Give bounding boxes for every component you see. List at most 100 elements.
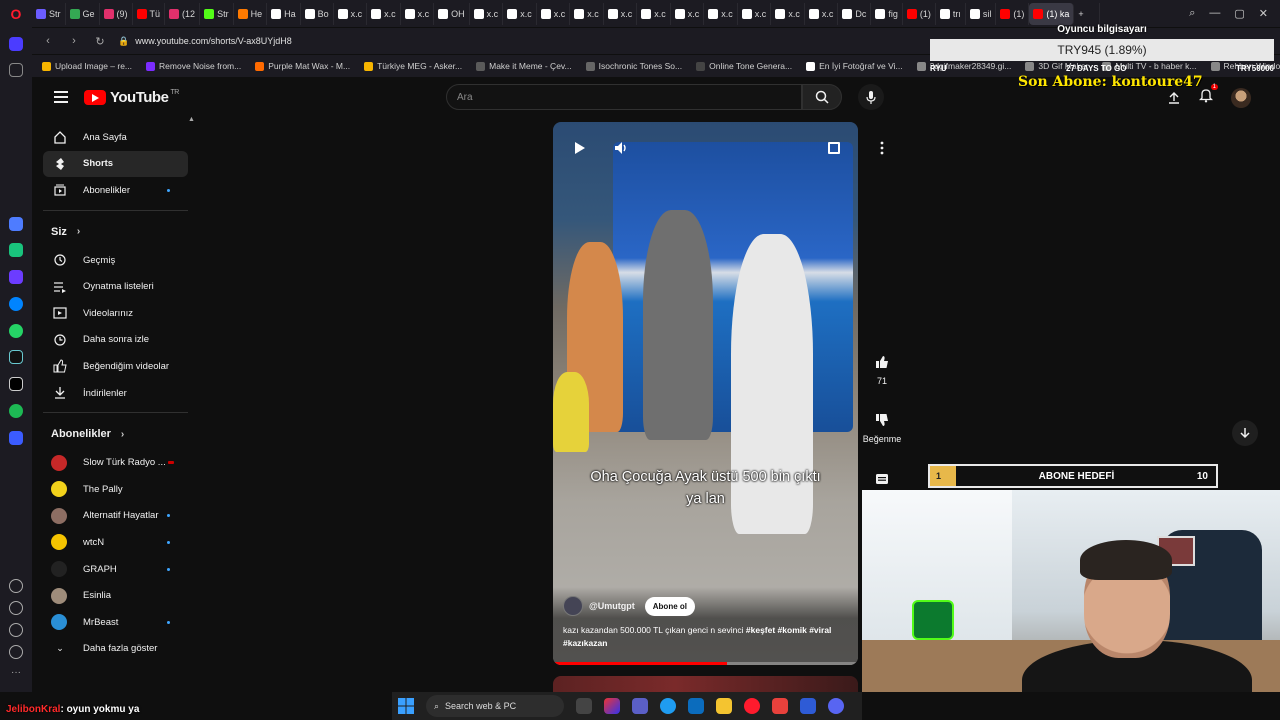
browser-tab[interactable]: fig <box>871 2 903 25</box>
discord-icon[interactable] <box>828 698 844 714</box>
sidebar-section-subscriptions[interactable]: Abonelikler › <box>43 419 188 449</box>
bookmark-item[interactable]: Upload Image – re... <box>42 61 132 71</box>
browser-tab[interactable]: sil <box>966 2 997 25</box>
home-icon[interactable] <box>9 37 23 51</box>
close-icon[interactable]: ✕ <box>1259 7 1268 20</box>
browser-tab[interactable]: x.c <box>671 2 705 25</box>
aria-icon[interactable] <box>9 217 23 231</box>
sidebar-item-videolar-n-z[interactable]: Videolarınız <box>43 300 188 327</box>
forward-icon[interactable]: › <box>66 35 82 47</box>
browser-tab[interactable]: x.c <box>604 2 638 25</box>
youtube-logo[interactable]: YouTube TR <box>84 89 179 106</box>
browser-tab[interactable]: Str <box>32 2 66 25</box>
browser-tab[interactable]: x.c <box>334 2 368 25</box>
sidebar-item-abonelikler[interactable]: Abonelikler <box>43 177 188 204</box>
sidebar-item-ge-mi[interactable]: Geçmiş <box>43 247 188 274</box>
sidebar-item-slow-t-rk-radyo[interactable]: Slow Türk Radyo ... <box>43 449 188 476</box>
bookmark-item[interactable]: Türkiye MEG - Asker... <box>364 61 462 71</box>
next-short-preview[interactable] <box>553 676 858 692</box>
messenger-icon[interactable] <box>9 297 23 311</box>
sidebar-section-you[interactable]: Siz › <box>43 217 188 247</box>
dislike-button[interactable]: Beğenme <box>860 410 904 444</box>
browser-tab[interactable]: (1) ka <box>1029 2 1075 25</box>
video-description[interactable]: kazı kazandan 500.000 TL çıkan genci n s… <box>563 624 855 650</box>
browser-tab[interactable]: x.c <box>401 2 435 25</box>
opera-icon[interactable] <box>744 698 760 714</box>
browser-tab[interactable]: (1) <box>996 2 1030 25</box>
subscribe-button[interactable]: Abone ol <box>644 596 695 616</box>
maximize-icon[interactable]: ▢ <box>1234 7 1244 20</box>
app-l-icon[interactable] <box>800 698 816 714</box>
browser-tab[interactable]: x.c <box>738 2 772 25</box>
copilot-icon[interactable] <box>604 698 620 714</box>
taskbar-search[interactable]: ⌕ Search web & PC <box>426 695 564 717</box>
tips-icon[interactable] <box>9 645 23 659</box>
opera-logo-icon[interactable]: O <box>0 0 32 27</box>
history-rail-icon[interactable] <box>9 601 23 615</box>
sidebar-item-ana-sayfa[interactable]: Ana Sayfa <box>43 124 188 151</box>
sidebar-item-daha-sonra-izle[interactable]: Daha sonra izle <box>43 327 188 354</box>
teams-icon[interactable] <box>632 698 648 714</box>
tiktok-icon[interactable] <box>9 350 23 364</box>
back-icon[interactable]: ‹ <box>40 35 56 47</box>
bookmark-item[interactable]: Isochronic Tones So... <box>585 61 682 71</box>
browser-tab[interactable]: Ge <box>66 2 100 25</box>
browser-tab[interactable]: Str <box>200 2 234 25</box>
browser-tab[interactable]: He <box>234 2 268 25</box>
browser-tab[interactable]: x.c <box>771 2 805 25</box>
more-options-icon[interactable] <box>874 140 890 156</box>
voice-search-button[interactable] <box>858 84 884 110</box>
browser-tab[interactable]: x.c <box>537 2 571 25</box>
search-tabs-icon[interactable]: ⌕ <box>1189 7 1195 20</box>
channel-name[interactable]: @Umutgpt <box>589 601 635 611</box>
new-tab-icon[interactable]: + <box>1074 2 1101 25</box>
sidebar-show-more[interactable]: ⌄ Daha fazla göster <box>43 636 188 663</box>
next-video-button[interactable] <box>1232 420 1258 446</box>
browser-tab[interactable]: Tü <box>133 2 166 25</box>
reload-icon[interactable]: ↻ <box>92 35 108 48</box>
browser-tab[interactable]: (1) <box>903 2 936 25</box>
sidebar-item-mrbeast[interactable]: MrBeast <box>43 609 188 636</box>
windows-start-icon[interactable] <box>398 698 414 714</box>
file-explorer-icon[interactable] <box>716 698 732 714</box>
play-icon[interactable] <box>571 140 587 156</box>
sidebar-scroll-up-icon[interactable]: ▲ <box>188 116 195 123</box>
account-avatar[interactable] <box>1231 88 1251 108</box>
browser-tab[interactable]: (12 <box>165 2 201 25</box>
whatsapp-icon[interactable] <box>9 324 23 338</box>
browser-tab[interactable]: x.c <box>704 2 738 25</box>
channel-avatar[interactable] <box>563 596 583 616</box>
volume-icon[interactable] <box>613 140 629 156</box>
url-field[interactable]: 🔒 www.youtube.com/shorts/V-ax8UYjdH8 <box>118 36 292 47</box>
star-icon[interactable] <box>9 63 23 77</box>
app-icon[interactable] <box>772 698 788 714</box>
minimize-icon[interactable]: — <box>1209 7 1220 20</box>
sidebar-item-shorts[interactable]: Shorts <box>43 150 188 178</box>
browser-tab[interactable]: Dc <box>838 2 872 25</box>
fullscreen-icon[interactable] <box>828 142 840 154</box>
like-button[interactable]: 71 <box>862 352 902 386</box>
browser-tab[interactable]: trı <box>936 2 966 25</box>
search-input[interactable]: Ara <box>446 84 802 110</box>
browser-tab[interactable]: x.c <box>570 2 604 25</box>
bookmark-item[interactable]: En İyi Fotoğraf ve Vi... <box>806 61 903 71</box>
player-icon[interactable] <box>9 431 23 445</box>
bookmark-item[interactable]: Make it Meme - Çev... <box>476 61 572 71</box>
bookmark-item[interactable]: Online Tone Genera... <box>696 61 792 71</box>
settings-icon[interactable] <box>9 623 23 637</box>
browser-tab[interactable]: OH <box>434 2 470 25</box>
spotify-icon[interactable] <box>9 404 23 418</box>
browser-tab[interactable]: Bo <box>301 2 334 25</box>
browser-tab[interactable]: x.c <box>367 2 401 25</box>
cs-icon[interactable] <box>9 270 23 284</box>
edge-icon[interactable] <box>660 698 676 714</box>
browser-tab[interactable]: Ha <box>267 2 301 25</box>
sidebar-item-the-pally[interactable]: The Pally <box>43 476 188 503</box>
search-button[interactable] <box>802 84 842 110</box>
chatgpt-icon[interactable] <box>9 243 23 257</box>
task-view-icon[interactable] <box>576 698 592 714</box>
more-icon[interactable]: ··· <box>9 667 23 681</box>
browser-tab[interactable]: x.c <box>637 2 671 25</box>
sidebar-item-esinlia[interactable]: Esinlia <box>43 582 188 609</box>
store-icon[interactable] <box>688 698 704 714</box>
